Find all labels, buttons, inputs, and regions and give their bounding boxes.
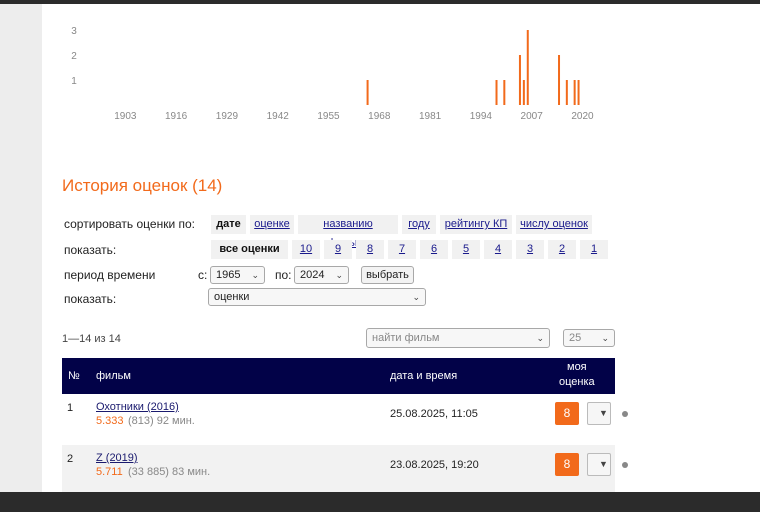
film-title-link[interactable]: Z (2019) xyxy=(96,452,138,464)
chart-bar xyxy=(522,80,525,105)
film-title-link[interactable]: Охотники (2016) xyxy=(96,401,179,413)
chevron-down-icon: ⌄ xyxy=(335,270,343,280)
row-number: 1 xyxy=(67,402,74,414)
mark-dropdown-button[interactable]: ▼ xyxy=(587,453,611,476)
per-page-value: 25 xyxy=(569,332,582,344)
table-row: 2 Z (2019) 5.711 (33 885) 83 мин. 23.08.… xyxy=(62,445,628,492)
vote-datetime: 23.08.2025, 19:20 xyxy=(390,459,479,471)
filter-8[interactable]: 8 xyxy=(356,240,384,259)
show-label: показать: xyxy=(64,243,117,257)
search-film-placeholder: найти фильм xyxy=(372,332,440,344)
y-tick-label: 3 xyxy=(71,26,77,37)
from-year-select[interactable]: 1965 ⌄ xyxy=(210,266,265,284)
show-type-value: оценки xyxy=(214,291,250,303)
ratings-by-year-chart: 1 2 3 1903 1916 1929 1942 1955 1968 1981 1994 2007… xyxy=(71,26,594,122)
my-mark-badge: 8 xyxy=(555,402,579,425)
chart-bar xyxy=(577,80,580,105)
x-tick-label: 1981 xyxy=(419,111,442,122)
chevron-down-icon: ⌄ xyxy=(601,333,609,343)
show-type-label: показать: xyxy=(64,292,117,306)
x-tick-label: 1942 xyxy=(267,111,290,122)
sort-label: сортировать оценки по: xyxy=(64,217,196,231)
from-label: с: xyxy=(198,268,208,282)
x-tick-label: 1916 xyxy=(165,111,188,122)
col-film[interactable]: фильм xyxy=(96,370,131,382)
bottom-bar xyxy=(0,492,760,512)
page-content: 123 1903 1916 1929 1942 1955 1968 1981 1994 2007… xyxy=(42,4,760,492)
table-row: 1 Охотники (2016) 5.333 (813) 92 мин. 25… xyxy=(62,394,628,444)
search-film-select[interactable]: найти фильм ⌄ xyxy=(366,328,550,348)
filter-9[interactable]: 9 xyxy=(324,240,352,259)
filter-2[interactable]: 2 xyxy=(548,240,576,259)
history-title: История оценок (14) xyxy=(62,176,223,195)
sort-by-title[interactable]: названию фильма xyxy=(298,215,398,249)
chevron-down-icon: ▼ xyxy=(599,408,608,418)
per-page-select[interactable]: 25 ⌄ xyxy=(563,329,615,347)
to-year-value: 2024 xyxy=(300,269,325,281)
chart-bar xyxy=(518,55,521,105)
sort-by-votes[interactable]: числу оценок xyxy=(516,215,592,234)
chart-bar xyxy=(573,80,576,105)
mark-dropdown-button[interactable]: ▼ xyxy=(587,402,611,425)
chevron-down-icon: ⌄ xyxy=(412,292,420,302)
filter-1[interactable]: 1 xyxy=(580,240,608,259)
film-rating: 5.711 xyxy=(96,466,123,478)
vote-datetime: 25.08.2025, 11:05 xyxy=(390,408,478,420)
chevron-down-icon: ⌄ xyxy=(251,270,259,280)
table-header: № фильм дата и время моя оценка xyxy=(62,358,615,394)
chart-bar xyxy=(558,55,561,105)
sort-by-kp-rating[interactable]: рейтингу КП xyxy=(440,215,512,234)
col-my-mark-line1: моя xyxy=(567,361,587,373)
from-year-value: 1965 xyxy=(216,269,241,281)
chart-bar xyxy=(503,80,506,105)
y-tick-label: 1 xyxy=(71,76,77,87)
x-tick-label: 1929 xyxy=(216,111,239,122)
sort-by-date[interactable]: дате xyxy=(211,215,246,234)
film-rating: 5.333 xyxy=(96,415,124,427)
film-meta: (813) 92 мин. xyxy=(128,415,195,427)
apply-period-button[interactable]: выбрать xyxy=(361,266,414,284)
x-tick-label: 1968 xyxy=(368,111,391,122)
x-tick-label: 2007 xyxy=(521,111,544,122)
to-year-select[interactable]: 2024 ⌄ xyxy=(294,266,349,284)
filter-5[interactable]: 5 xyxy=(452,240,480,259)
my-mark-badge: 8 xyxy=(555,453,579,476)
x-tick-label: 1994 xyxy=(470,111,493,122)
period-label: период времени xyxy=(64,268,156,282)
x-tick-label: 2020 xyxy=(571,111,594,122)
chart-bar xyxy=(366,80,369,105)
filter-10[interactable]: 10 xyxy=(292,240,320,259)
filter-all[interactable]: все оценки xyxy=(211,240,288,259)
chevron-down-icon: ▼ xyxy=(599,459,608,469)
film-meta: (33 885) 83 мин. xyxy=(128,466,211,478)
filter-7[interactable]: 7 xyxy=(388,240,416,259)
chevron-down-icon: ⌄ xyxy=(536,333,544,343)
filter-4[interactable]: 4 xyxy=(484,240,512,259)
row-number: 2 xyxy=(67,453,74,465)
y-tick-label: 2 xyxy=(71,51,77,62)
chart-bar xyxy=(526,30,529,105)
col-number: № xyxy=(68,370,80,382)
results-count: 1—14 из 14 xyxy=(62,333,121,345)
to-label: по: xyxy=(275,268,292,282)
filter-3[interactable]: 3 xyxy=(516,240,544,259)
sort-by-rating[interactable]: оценке xyxy=(250,215,294,234)
col-my-mark-line2: оценка xyxy=(559,376,595,388)
x-tick-label: 1903 xyxy=(114,111,137,122)
chart-bar xyxy=(495,80,498,105)
show-type-select[interactable]: оценки ⌄ xyxy=(208,288,426,306)
dot-icon xyxy=(622,411,628,417)
col-date[interactable]: дата и время xyxy=(390,370,457,382)
filter-6[interactable]: 6 xyxy=(420,240,448,259)
sort-by-year[interactable]: году xyxy=(402,215,436,234)
x-tick-label: 1955 xyxy=(317,111,340,122)
chart-bar xyxy=(565,80,568,105)
dot-icon xyxy=(622,462,628,468)
